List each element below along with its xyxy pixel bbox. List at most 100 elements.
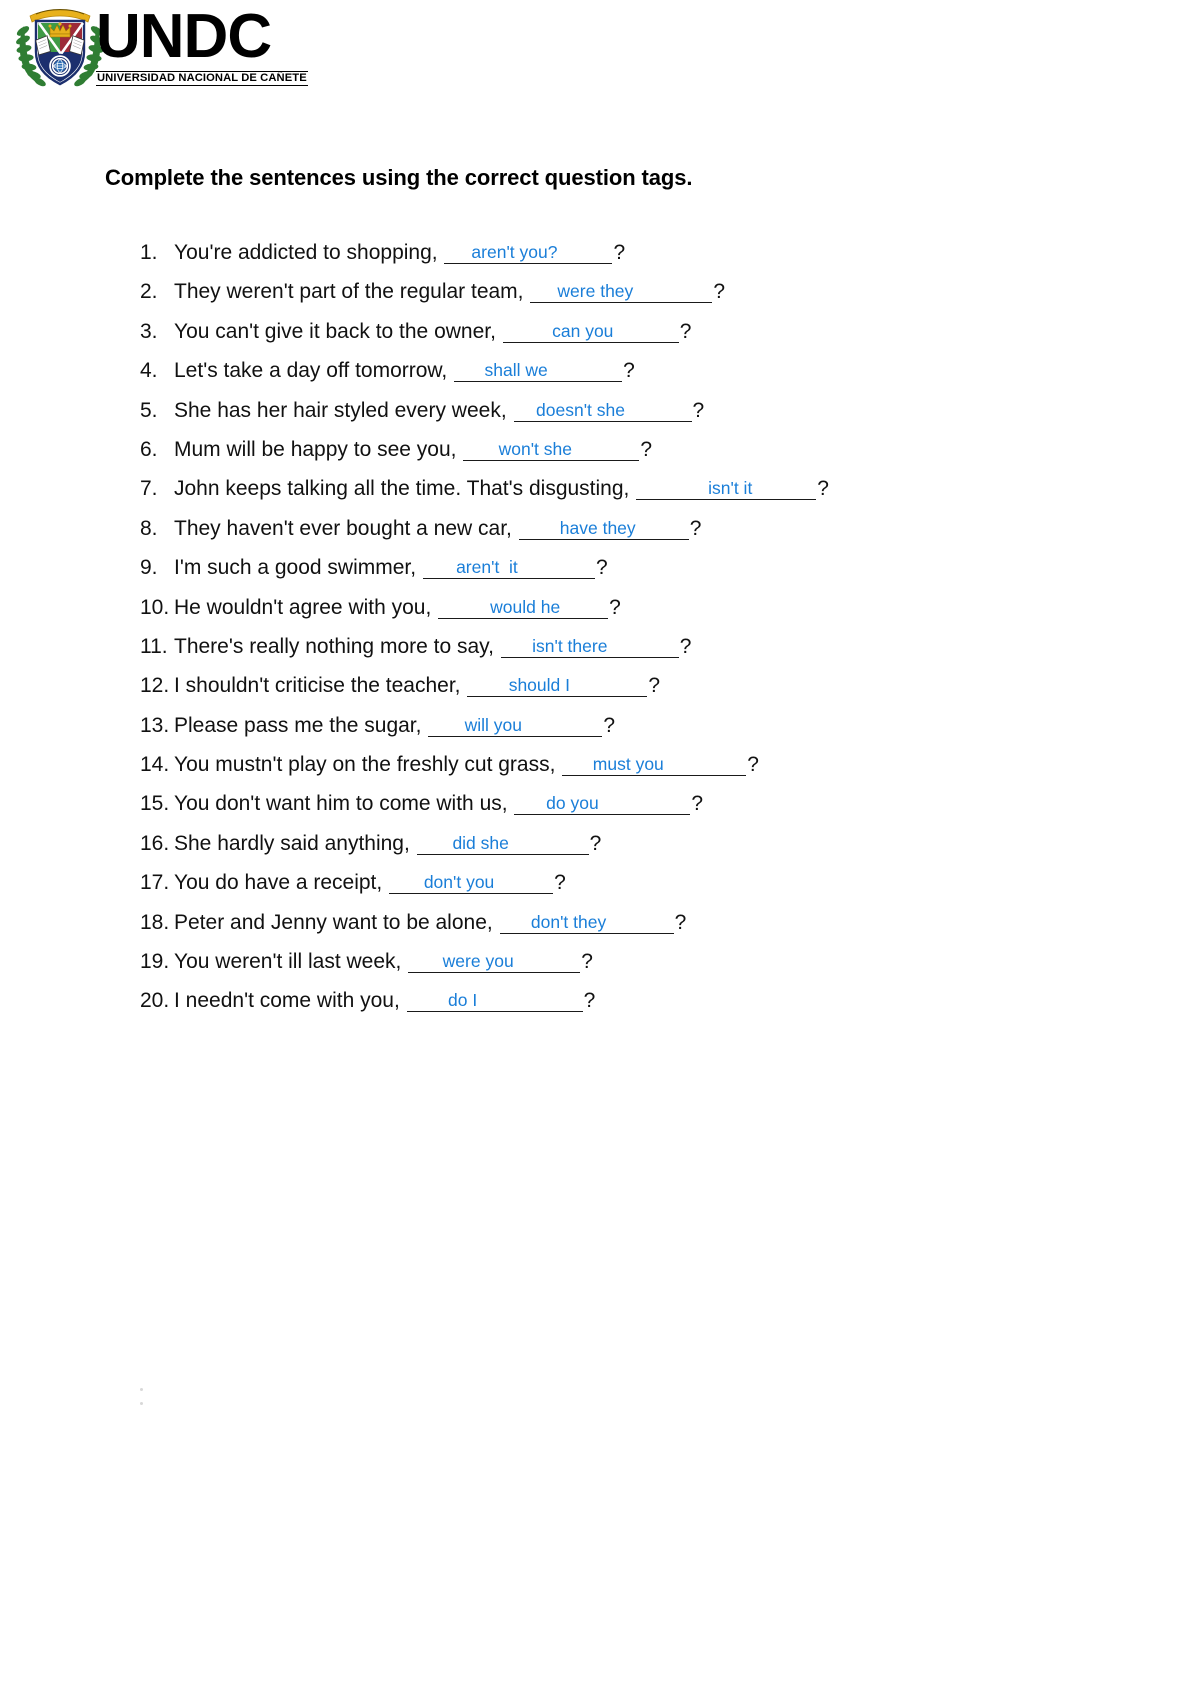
trailing-question-mark: ?: [747, 753, 759, 777]
answer-text: don't you: [423, 872, 495, 893]
answer-text: isn't there: [532, 635, 608, 656]
answer-blank[interactable]: will you: [428, 710, 603, 737]
exercise-item-number: 4.: [140, 359, 158, 383]
trailing-question-mark: ?: [648, 674, 661, 698]
exercise-item: 16. She hardly said anything, did she?: [140, 823, 1140, 862]
exercise-item-sentence: John keeps talking all the time. That's …: [174, 477, 636, 501]
trailing-question-mark: ?: [623, 359, 635, 383]
answer-blank[interactable]: do I: [406, 985, 583, 1013]
answer-blank[interactable]: won't she: [463, 434, 640, 461]
trailing-question-mark: ?: [679, 319, 692, 343]
trailing-question-mark: ?: [581, 950, 593, 974]
answer-blank[interactable]: should I: [467, 670, 648, 698]
exercise-item-number: 13.: [140, 713, 170, 737]
answer-text: aren't it: [456, 557, 518, 578]
answer-blank[interactable]: were you: [408, 946, 581, 974]
exercise-item-number: 19.: [140, 950, 170, 974]
answer-blank[interactable]: do you: [514, 788, 691, 816]
exercise-item-number: 2.: [140, 280, 158, 304]
exercise-item: 3. You can't give it back to the owner, c…: [140, 311, 1140, 350]
exercise-item: 4. Let's take a day off tomorrow, shall w…: [140, 350, 1140, 389]
exercise-item-number: 16.: [140, 831, 170, 855]
answer-text: don't they: [530, 911, 607, 932]
worksheet-instruction-title: Complete the sentences using the correct…: [105, 165, 693, 190]
exercise-item: 1. You're addicted to shopping, aren't yo…: [140, 232, 1140, 271]
exercise-item: 17. You do have a receipt, don't you?: [140, 862, 1140, 901]
exercise-list: 1. You're addicted to shopping, aren't yo…: [140, 232, 1140, 1020]
answer-text: won't she: [498, 438, 572, 459]
page-header: UNDC UNIVERSIDAD NACIONAL DE CAÑETE: [0, 0, 1200, 105]
trailing-question-mark: ?: [674, 910, 687, 934]
exercise-item-sentence: You weren't ill last week,: [174, 950, 408, 974]
answer-text: have they: [559, 517, 636, 538]
exercise-item-number: 1.: [140, 241, 158, 264]
answer-blank[interactable]: were they: [530, 276, 713, 304]
exercise-item-sentence: Let's take a day off tomorrow,: [174, 359, 454, 383]
answer-text: were they: [557, 281, 634, 302]
answer-text: will you: [464, 714, 522, 735]
exercise-item-number: 17.: [140, 871, 170, 895]
trailing-question-mark: ?: [583, 989, 596, 1013]
answer-blank[interactable]: don't they: [499, 907, 674, 934]
exercise-item-sentence: Mum will be happy to see you,: [174, 437, 463, 461]
answer-text: would he: [490, 596, 561, 617]
exercise-item-sentence: They weren't part of the regular team,: [174, 280, 530, 304]
trailing-question-mark: ?: [713, 280, 726, 304]
page-artifact-dot: [140, 1402, 143, 1405]
exercise-item: 10. He wouldn't agree with you, would he?: [140, 587, 1140, 626]
exercise-item-number: 10.: [140, 595, 170, 619]
undc-logo: UNDC UNIVERSIDAD NACIONAL DE CAÑETE: [14, 4, 314, 100]
exercise-item-sentence: They haven't ever bought a new car,: [174, 516, 518, 540]
answer-text: should I: [508, 675, 570, 696]
exercise-item-number: 20.: [140, 989, 170, 1013]
exercise-item: 19. You weren't ill last week, were you?: [140, 941, 1140, 980]
exercise-item-number: 15.: [140, 792, 170, 816]
answer-text: doesn't she: [536, 399, 625, 420]
exercise-item-number: 14.: [140, 753, 170, 777]
exercise-item-sentence: She hardly said anything,: [174, 831, 416, 855]
exercise-item-number: 7.: [140, 477, 158, 501]
trailing-question-mark: ?: [589, 831, 602, 855]
exercise-item: 15. You don't want him to come with us, d…: [140, 783, 1140, 822]
answer-blank[interactable]: must you: [562, 749, 747, 777]
exercise-item: 8. They haven't ever bought a new car, ha…: [140, 508, 1140, 547]
answer-blank[interactable]: aren't it: [422, 552, 595, 580]
exercise-item-sentence: You mustn't play on the freshly cut gras…: [174, 753, 562, 777]
answer-blank[interactable]: would he: [438, 592, 609, 619]
trailing-question-mark: ?: [554, 871, 566, 895]
trailing-question-mark: ?: [609, 595, 621, 619]
answer-blank[interactable]: did she: [416, 828, 589, 855]
exercise-item-number: 18.: [140, 910, 170, 934]
exercise-item: 12. I shouldn't criticise the teacher, sh…: [140, 665, 1140, 704]
answer-text: must you: [592, 754, 664, 775]
trailing-question-mark: ?: [613, 241, 626, 264]
exercise-item: 6. Mum will be happy to see you, won't sh…: [140, 429, 1140, 468]
exercise-item-number: 8.: [140, 516, 158, 540]
exercise-item-sentence: You're addicted to shopping,: [174, 241, 444, 264]
trailing-question-mark: ?: [691, 792, 704, 816]
exercise-item: 2. They weren't part of the regular team,…: [140, 271, 1140, 310]
trailing-question-mark: ?: [817, 477, 829, 501]
answer-blank[interactable]: aren't you?: [444, 237, 613, 264]
answer-blank[interactable]: shall we: [454, 355, 623, 383]
exercise-item: 7. John keeps talking all the time. That'…: [140, 468, 1140, 507]
answer-blank[interactable]: doesn't she: [513, 395, 692, 422]
exercise-item: 20. I needn't come with you, do I?: [140, 980, 1140, 1019]
exercise-item: 14. You mustn't play on the freshly cut g…: [140, 744, 1140, 783]
answer-blank[interactable]: isn't it: [636, 473, 817, 501]
exercise-item: 13. Please pass me the sugar, will you?: [140, 705, 1140, 744]
answer-blank[interactable]: can you: [502, 316, 679, 343]
exercise-item: 5. She has her hair styled every week, do…: [140, 390, 1140, 429]
exercise-item-number: 5.: [140, 398, 158, 422]
answer-blank[interactable]: don't you: [389, 867, 554, 895]
trailing-question-mark: ?: [689, 516, 702, 540]
exercise-item-number: 3.: [140, 319, 158, 343]
exercise-item-sentence: I needn't come with you,: [174, 989, 406, 1013]
answer-blank[interactable]: isn't there: [500, 631, 679, 658]
answer-blank[interactable]: have they: [518, 513, 689, 540]
exercise-item-sentence: I shouldn't criticise the teacher,: [174, 674, 467, 698]
page-artifact-dot: [140, 1388, 143, 1391]
exercise-item-sentence: He wouldn't agree with you,: [174, 595, 438, 619]
exercise-item-sentence: She has her hair styled every week,: [174, 398, 513, 422]
answer-text: shall we: [484, 360, 548, 381]
